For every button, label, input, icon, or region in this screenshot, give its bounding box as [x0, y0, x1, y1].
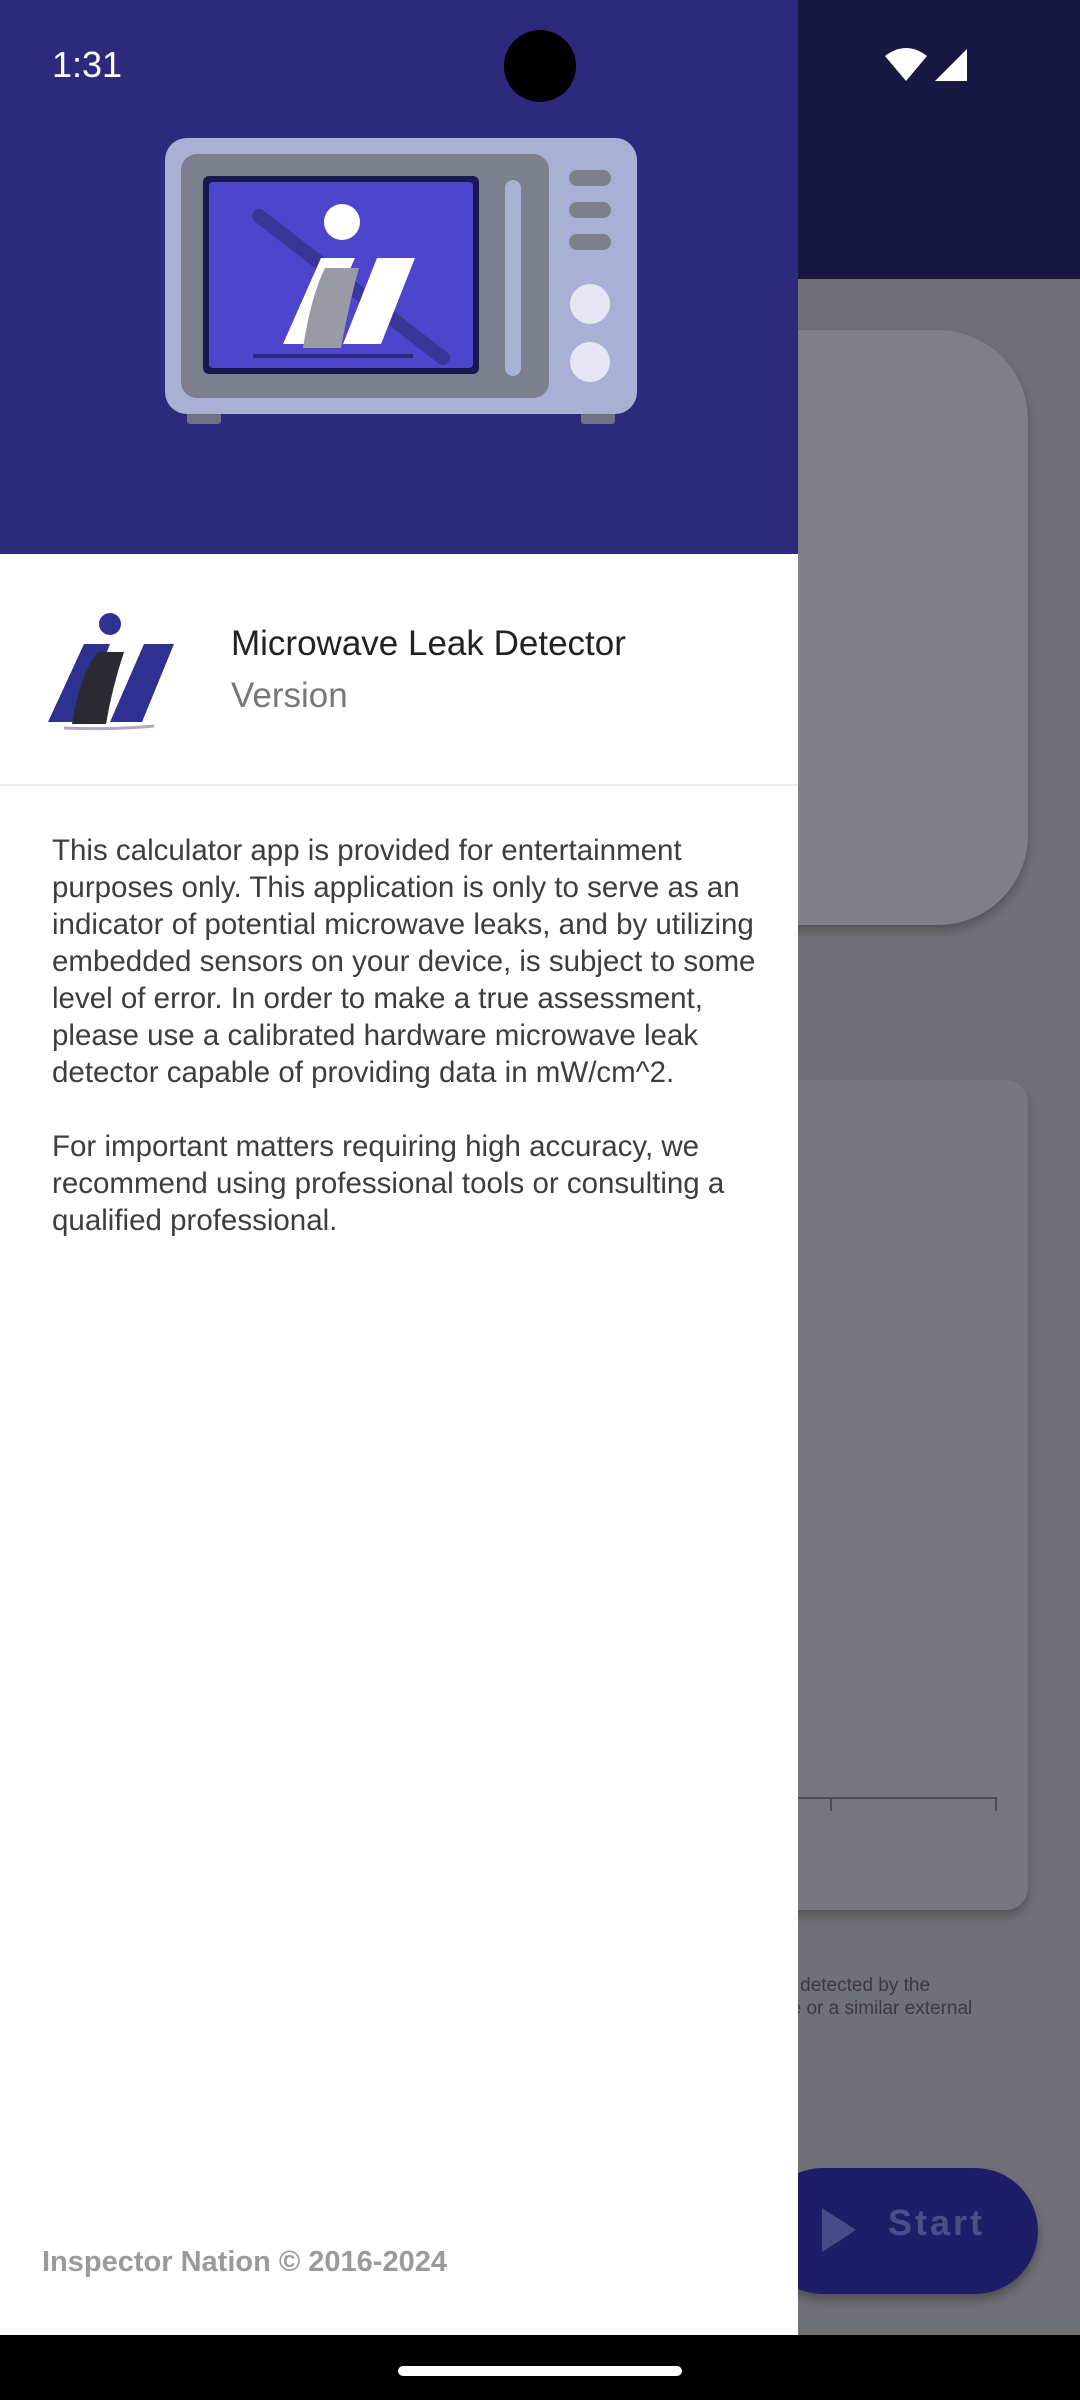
camera-cutout	[504, 30, 576, 102]
disclaimer-paragraph: For important matters requiring high acc…	[52, 1130, 725, 1237]
chart-axis-tick	[995, 1797, 997, 1811]
app-version: Version	[231, 676, 348, 715]
app-name: Microwave Leak Detector	[231, 624, 626, 663]
microwave-illustration	[165, 138, 637, 424]
chart-axis-tick	[830, 1797, 832, 1811]
copyright-text: Inspector Nation © 2016-2024	[42, 2246, 447, 2278]
navigation-drawer: Microwave Leak Detector Version This cal…	[0, 0, 798, 2335]
home-indicator[interactable]	[398, 2366, 682, 2376]
signal-icon	[935, 49, 967, 81]
play-icon	[822, 2208, 856, 2252]
start-button[interactable]: Start	[760, 2168, 1038, 2294]
chart-axis	[790, 1797, 996, 1799]
disclaimer-text: This calculator app is provided for ente…	[52, 832, 762, 1276]
wifi-icon	[885, 48, 927, 81]
disclaimer-paragraph: This calculator app is provided for ente…	[52, 834, 756, 1089]
app-info-row: Microwave Leak Detector Version	[0, 554, 798, 786]
background-note-text: field detected by the kage or a similar …	[798, 1975, 973, 2019]
start-button-label: Start	[888, 2202, 986, 2243]
status-time: 1:31	[52, 44, 123, 85]
app-logo-icon	[48, 613, 174, 731]
